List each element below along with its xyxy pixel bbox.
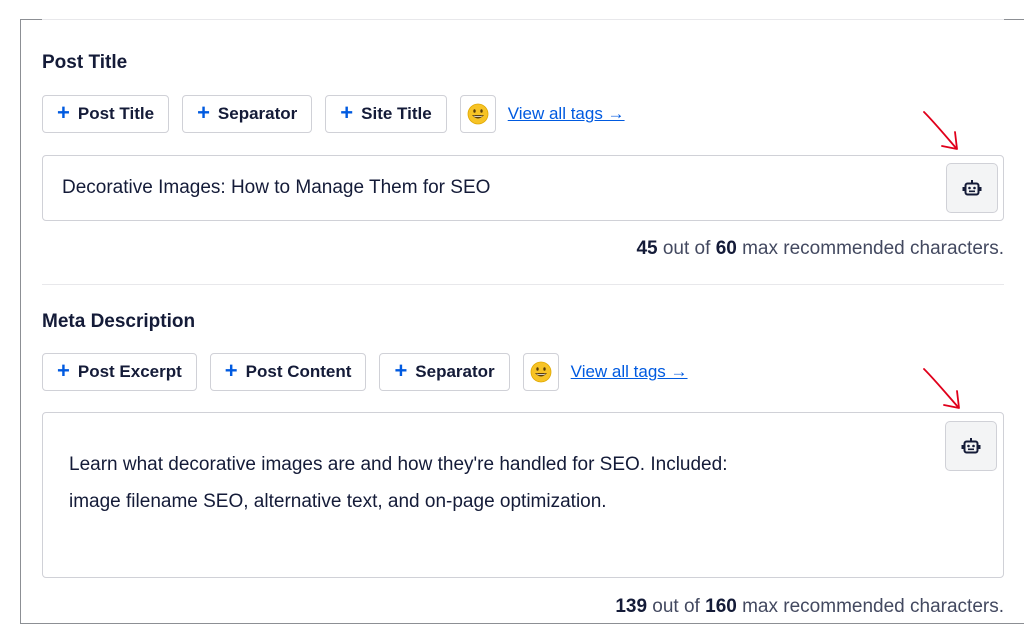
counter-suffix: max recommended characters.: [736, 596, 1004, 617]
plus-icon: +: [340, 100, 354, 125]
char-count: 45: [636, 238, 658, 259]
add-post-title-tag-button[interactable]: + Post Title: [42, 95, 170, 133]
post-title-value: Decorative Images: How to Manage Them fo…: [62, 177, 491, 198]
emoji-picker-button[interactable]: [459, 95, 496, 133]
ai-generate-title-button[interactable]: [946, 163, 998, 213]
add-separator-tag-button[interactable]: + Separator: [379, 353, 510, 391]
plus-icon: +: [394, 358, 408, 383]
char-max: 160: [705, 596, 737, 617]
emoji-picker-button[interactable]: [522, 353, 559, 391]
tag-label: Site Title: [361, 104, 432, 123]
counter-suffix: max recommended characters.: [736, 238, 1004, 259]
meta-description-heading: Meta Description: [42, 311, 196, 332]
add-separator-tag-button[interactable]: + Separator: [182, 95, 313, 133]
plus-icon: +: [57, 100, 70, 125]
robot-icon: [962, 180, 982, 196]
add-post-excerpt-tag-button[interactable]: + Post Excerpt: [42, 353, 197, 391]
counter-mid: out of: [647, 596, 706, 617]
red-arrow-icon: [923, 111, 958, 150]
meta-description-textarea[interactable]: Learn what decorative images are and how…: [42, 412, 1004, 578]
post-title-char-counter: 45 out of 60 max recommended characters.: [636, 238, 1004, 260]
post-title-tag-row: + Post Title + Separator + Site Title Vi…: [42, 95, 625, 133]
tag-label: Post Excerpt: [77, 362, 182, 381]
red-arrow-icon: [923, 368, 960, 409]
top-divider: [42, 19, 1004, 20]
plus-icon: +: [224, 358, 238, 383]
tag-label: Separator: [217, 104, 298, 123]
robot-icon: [961, 438, 981, 454]
ai-generate-description-button[interactable]: [945, 421, 997, 471]
add-site-title-tag-button[interactable]: + Site Title: [325, 95, 447, 133]
meta-description-tag-row: + Post Excerpt + Post Content + Separato…: [42, 353, 688, 391]
meta-description-line-1: Learn what decorative images are and how…: [69, 454, 728, 475]
smiley-emoji-icon: [467, 103, 489, 125]
tag-label: Post Content: [245, 362, 352, 381]
char-count: 139: [615, 596, 648, 617]
tag-label: Separator: [415, 362, 495, 381]
counter-mid: out of: [657, 238, 716, 259]
view-all-tags-link[interactable]: View all tags →: [571, 362, 688, 382]
post-title-heading: Post Title: [42, 52, 128, 73]
plus-icon: +: [197, 100, 210, 125]
plus-icon: +: [57, 358, 70, 383]
char-max: 60: [715, 238, 737, 259]
add-post-content-tag-button[interactable]: + Post Content: [209, 353, 367, 391]
post-title-input[interactable]: Decorative Images: How to Manage Them fo…: [42, 155, 1004, 221]
smiley-emoji-icon: [530, 361, 552, 383]
meta-description-line-2: image filename SEO, alternative text, an…: [69, 491, 607, 512]
section-divider: [42, 284, 1004, 285]
meta-description-char-counter: 139 out of 160 max recommended character…: [615, 596, 1004, 618]
view-all-tags-link[interactable]: View all tags →: [508, 104, 625, 124]
tag-label: Post Title: [77, 104, 155, 123]
